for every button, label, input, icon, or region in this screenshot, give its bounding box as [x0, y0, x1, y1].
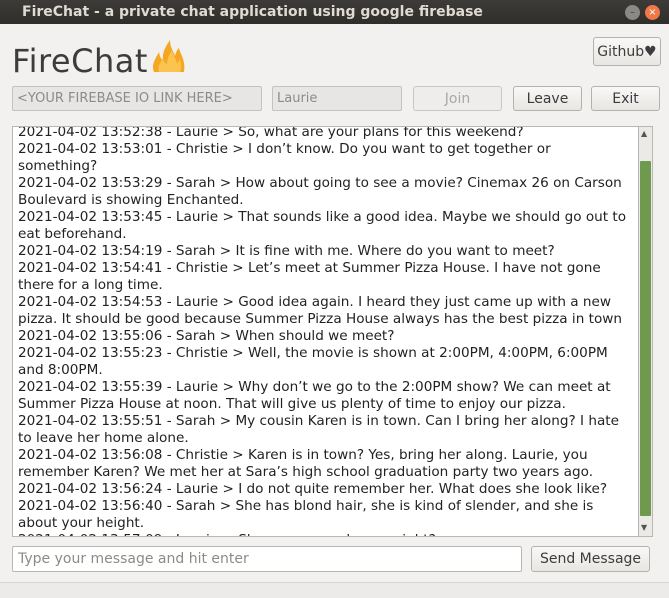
chat-message: 2021-04-02 13:56:24 - Laurie > I do not … [18, 481, 608, 497]
window-titlebar: FireChat - a private chat application us… [0, 0, 669, 24]
flame-icon [153, 40, 185, 72]
scroll-down-icon[interactable]: ▼ [641, 523, 647, 532]
join-button[interactable]: Join [413, 86, 502, 111]
chat-message: 2021-04-02 13:54:41 - Christie > Let’s m… [18, 260, 601, 293]
close-icon[interactable]: × [645, 5, 660, 20]
scroll-thumb[interactable] [640, 161, 651, 516]
chat-message: 2021-04-02 13:53:29 - Sarah > How about … [18, 175, 622, 208]
chat-messages: 2021-04-02 13:52:38 - Laurie > So, what … [18, 126, 633, 536]
chat-message: 2021-04-02 13:54:53 - Laurie > Good idea… [18, 294, 623, 327]
message-input[interactable]: Type your message and hit enter [12, 546, 522, 572]
chat-message: 2021-04-02 13:52:38 - Laurie > So, what … [18, 126, 524, 140]
leave-button[interactable]: Leave [513, 86, 582, 111]
chat-message: 2021-04-02 13:55:51 - Sarah > My cousin … [18, 413, 619, 446]
chat-message: 2021-04-02 13:55:23 - Christie > Well, t… [18, 345, 608, 378]
chat-message: 2021-04-02 13:57:09 - Laurie > She wears… [18, 532, 633, 536]
chat-scrollbar[interactable]: ▲ ▼ [639, 126, 653, 537]
scroll-up-icon[interactable]: ▲ [641, 129, 647, 138]
chat-message: 2021-04-02 13:55:06 - Sarah > When shoul… [18, 328, 395, 344]
minimize-icon[interactable]: – [625, 5, 640, 20]
exit-button[interactable]: Exit [591, 86, 660, 111]
app-logo-text: FireChat [12, 42, 148, 80]
send-message-button[interactable]: Send Message [531, 546, 650, 572]
chat-log[interactable]: 2021-04-02 13:52:38 - Laurie > So, what … [12, 126, 639, 537]
firebase-link-field[interactable]: <YOUR FIREBASE IO LINK HERE> [12, 86, 262, 111]
chat-message: 2021-04-02 13:55:39 - Laurie > Why don’t… [18, 379, 611, 412]
chat-message: 2021-04-02 13:54:19 - Sarah > It is fine… [18, 243, 555, 259]
window-title: FireChat - a private chat application us… [22, 4, 483, 20]
chat-message: 2021-04-02 13:56:40 - Sarah > She has bl… [18, 498, 594, 531]
chat-message: 2021-04-02 13:56:08 - Christie > Karen i… [18, 447, 594, 480]
chat-message: 2021-04-02 13:53:01 - Christie > I don’t… [18, 141, 551, 174]
github-button[interactable]: Github♥ [593, 37, 661, 66]
chat-message: 2021-04-02 13:53:45 - Laurie > That soun… [18, 209, 627, 242]
window-bottom-edge [0, 582, 669, 598]
username-field[interactable]: Laurie [272, 86, 402, 111]
